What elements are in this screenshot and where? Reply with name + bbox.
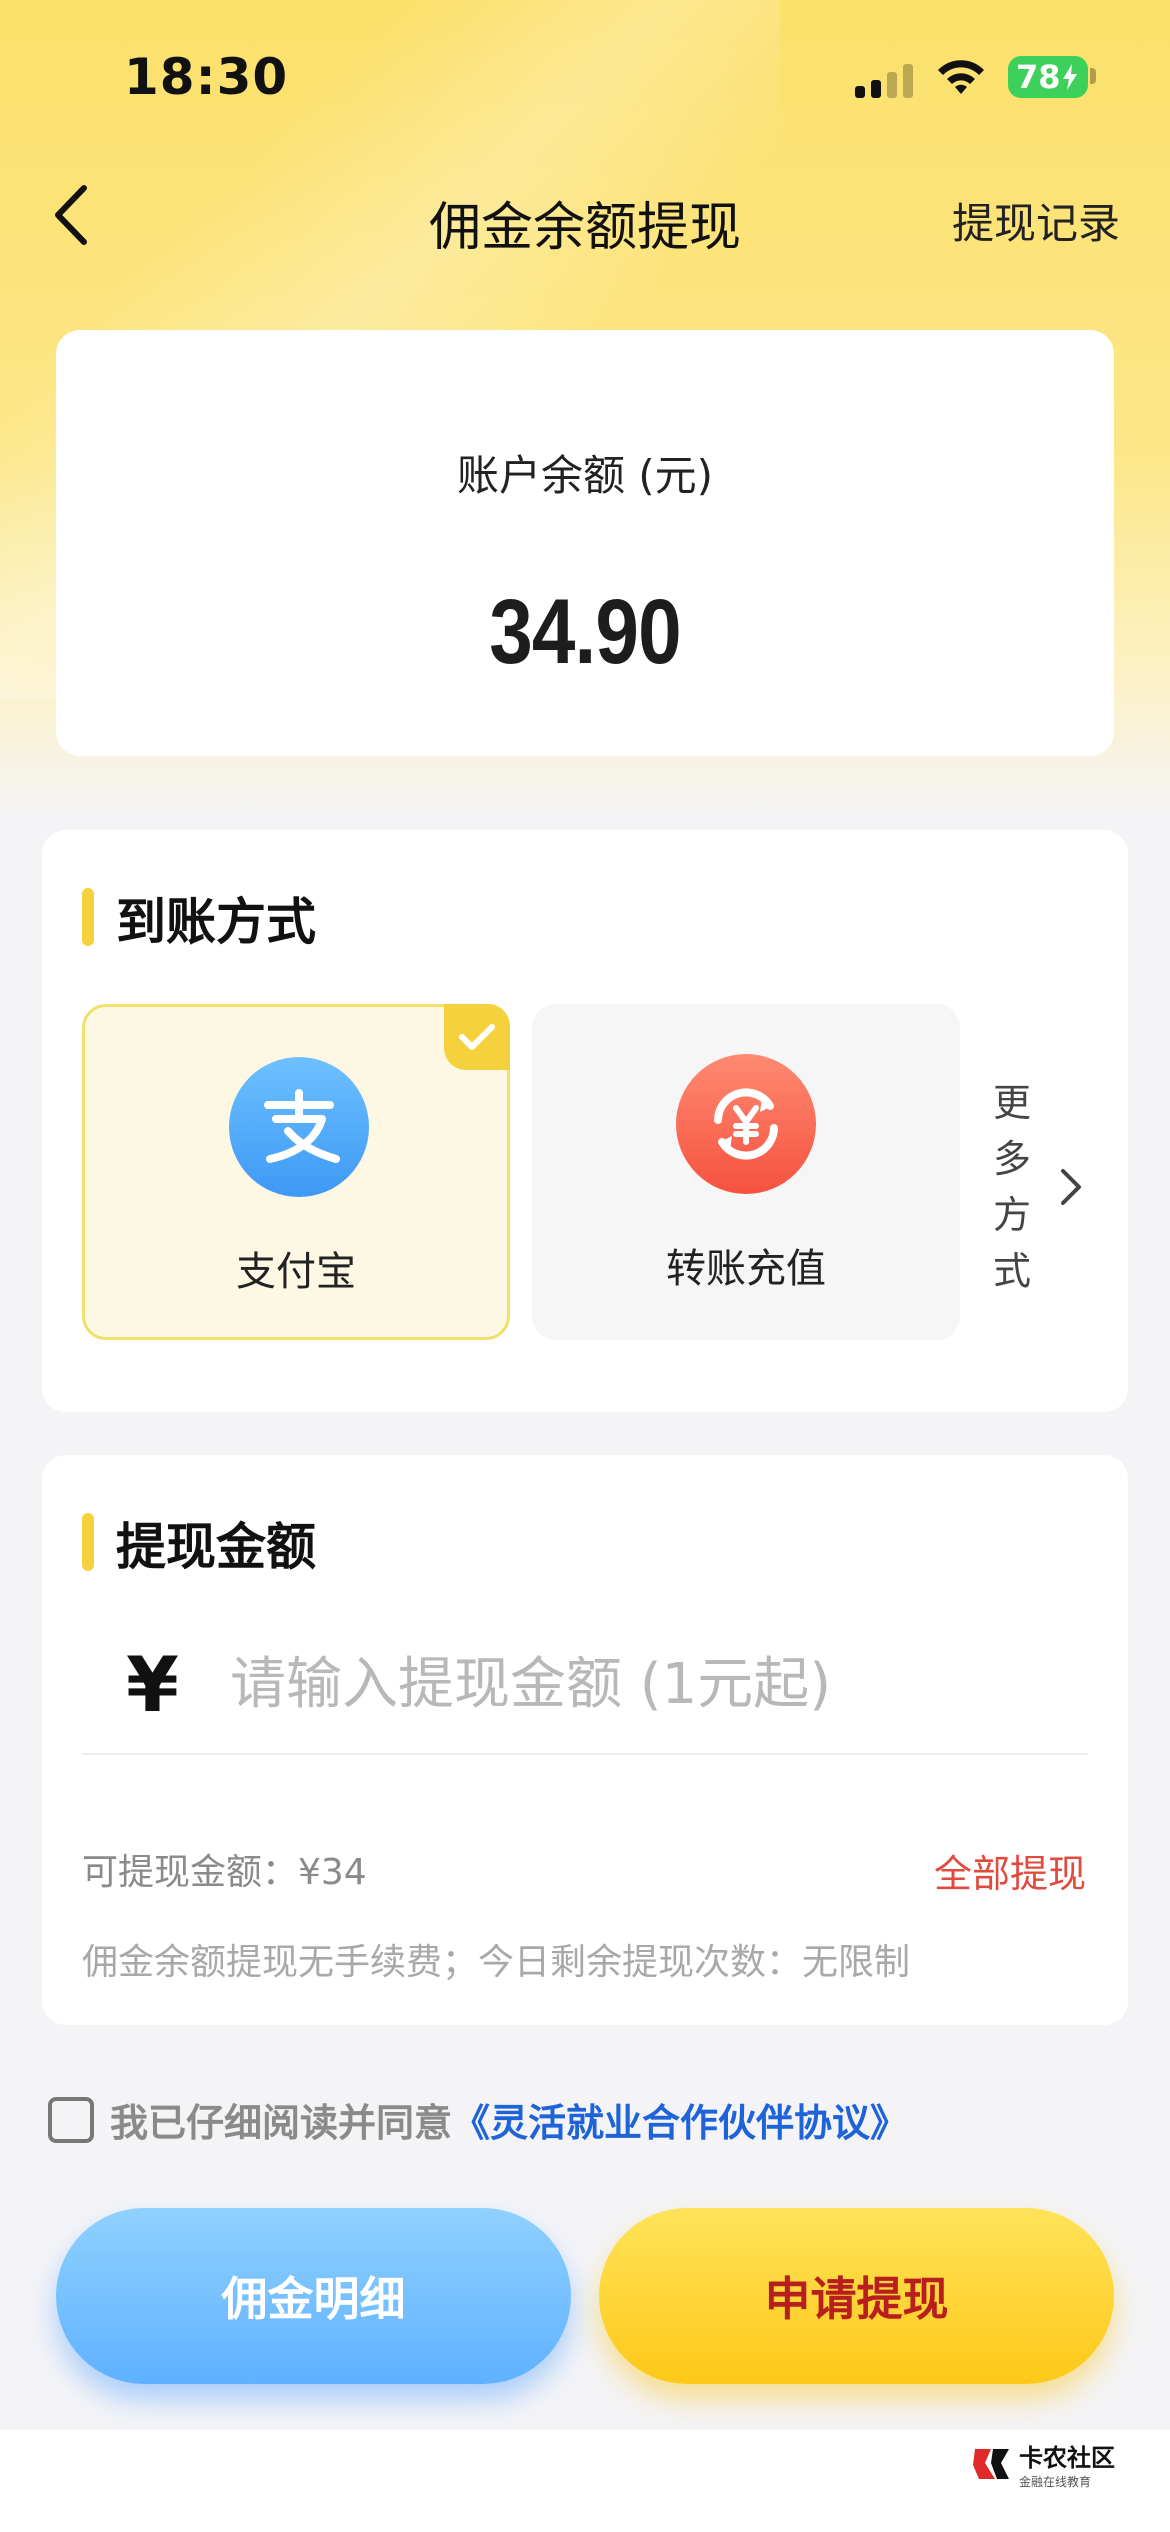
battery-tip <box>1090 68 1096 84</box>
agreement-checkbox[interactable] <box>48 2096 94 2143</box>
more-methods-char: 多 <box>992 1137 1031 1181</box>
selected-check-icon <box>444 1004 510 1070</box>
agreement-row: 我已仔细阅读并同意 《灵活就业合作伙伴协议》 <box>48 2092 908 2147</box>
cellular-signal-icon <box>855 60 915 98</box>
withdraw-amount-title: 提现金额 <box>82 1507 316 1579</box>
wifi-icon <box>938 60 984 94</box>
chevron-right-icon <box>1061 1169 1081 1205</box>
kanong-logo-icon <box>973 2449 1009 2479</box>
payout-method-title: 到账方式 <box>82 882 316 954</box>
charging-bolt-icon <box>1062 64 1077 90</box>
apply-withdraw-button[interactable]: 申请提现 <box>599 2208 1114 2384</box>
commission-detail-button[interactable]: 佣金明细 <box>56 2208 571 2384</box>
amount-input-row: ¥ <box>82 1615 1088 1755</box>
more-methods-char: 更 <box>992 1081 1031 1125</box>
balance-value: 34.90 <box>489 581 681 683</box>
withdraw-page: 18:30 78 佣金余额提现 提现记录 账户余额 (元) 34.90 到账方式 <box>0 0 1170 2532</box>
alipay-icon <box>229 1057 369 1197</box>
payout-option-alipay[interactable]: 支付宝 <box>82 1004 510 1340</box>
battery-icon: 78 <box>1008 56 1088 98</box>
available-amount: 可提现金额：¥34 <box>82 1852 367 1893</box>
withdraw-all-button[interactable]: 全部提现 <box>934 1843 1086 1898</box>
agreement-link[interactable]: 《灵活就业合作伙伴协议》 <box>452 2092 908 2147</box>
payout-method-card: 到账方式 支付宝 转账充值 更 多 方 式 <box>42 830 1128 1412</box>
payout-option-transfer[interactable]: 转账充值 <box>532 1004 960 1340</box>
agreement-prefix: 我已仔细阅读并同意 <box>110 2101 453 2145</box>
watermark: 卡农社区 金融在线教育 <box>971 2438 1115 2490</box>
watermark-title: 卡农社区 <box>1019 2444 1115 2472</box>
withdraw-record-link[interactable]: 提现记录 <box>952 190 1120 251</box>
transfer-recharge-icon <box>676 1054 816 1194</box>
more-methods-char: 方 <box>992 1193 1031 1237</box>
fee-note: 佣金余额提现无手续费；今日剩余提现次数：无限制 <box>82 1942 911 1983</box>
battery-level: 78 <box>1016 58 1061 96</box>
withdraw-amount-card: 提现金额 ¥ 可提现金额：¥34 全部提现 佣金余额提现无手续费；今日剩余提现次… <box>42 1455 1128 2025</box>
more-methods-char: 式 <box>992 1249 1031 1293</box>
balance-label: 账户余额 (元) <box>456 451 714 500</box>
currency-symbol: ¥ <box>126 1639 179 1729</box>
payout-option-label: 转账充值 <box>666 1246 826 1292</box>
watermark-subtitle: 金融在线教育 <box>1019 2475 1092 2489</box>
balance-card: 账户余额 (元) 34.90 <box>56 330 1114 756</box>
payout-option-label: 支付宝 <box>236 1249 356 1295</box>
withdraw-amount-input[interactable] <box>230 1651 1050 1717</box>
status-time: 18:30 <box>124 48 289 106</box>
more-methods-button[interactable]: 更 多 方 式 <box>987 1075 1085 1299</box>
more-methods-label: 更 多 方 式 <box>987 1075 1037 1299</box>
